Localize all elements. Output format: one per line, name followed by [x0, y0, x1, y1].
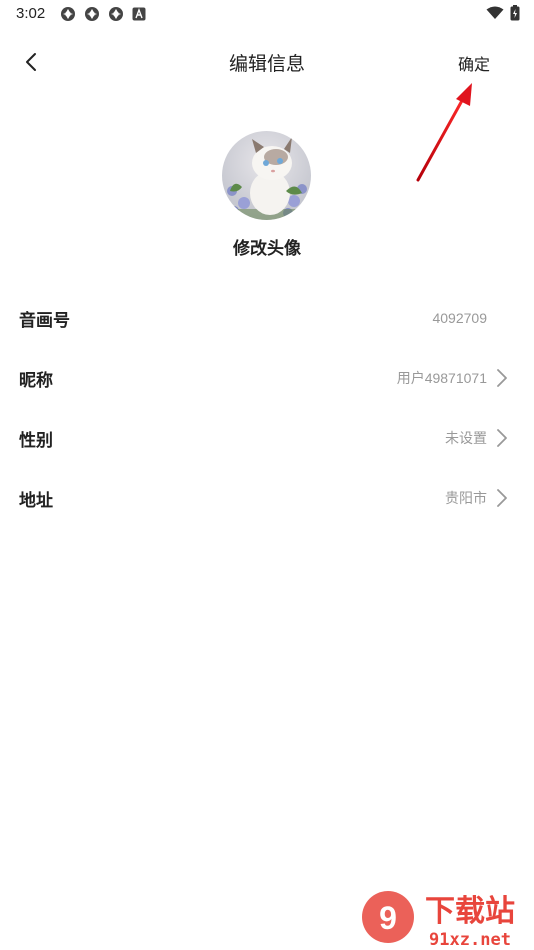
row-value: 贵阳市	[445, 490, 487, 506]
row-label: 地址	[19, 490, 53, 511]
svg-text:9: 9	[379, 900, 397, 936]
row-value: 用户49871071	[396, 370, 487, 386]
row-label: 昵称	[19, 370, 53, 391]
wifi-icon	[486, 6, 504, 19]
status-system-icons	[486, 5, 520, 21]
annotation-arrow-icon	[416, 83, 472, 182]
app-notification-icon	[109, 7, 123, 21]
chevron-right-icon	[497, 369, 507, 387]
row-value: 未设置	[445, 430, 487, 446]
chevron-right-icon	[497, 489, 507, 507]
status-notification-icons	[60, 6, 146, 22]
battery-icon	[510, 5, 520, 21]
watermark-domain: 91xz.net	[429, 930, 511, 950]
row-address[interactable]: 地址 贵阳市	[0, 468, 534, 528]
change-avatar-label[interactable]: 修改头像	[0, 234, 534, 259]
status-bar: 3:02	[0, 0, 534, 28]
status-time: 3:02	[16, 5, 46, 22]
watermark-main: 下载站	[425, 894, 515, 929]
row-nickname[interactable]: 昵称 用户49871071	[0, 348, 534, 408]
page-title: 编辑信息	[228, 53, 305, 75]
row-value: 4092709	[432, 310, 487, 326]
app-notification-icon	[61, 7, 75, 21]
row-label: 音画号	[19, 310, 70, 331]
info-list: 音画号 4092709 昵称 用户49871071 性别 未设置 地址 贵阳市	[0, 288, 534, 528]
row-label: 性别	[19, 430, 53, 451]
app-notification-icon	[85, 7, 99, 21]
confirm-button[interactable]: 确定	[458, 51, 490, 75]
row-yinhuahao: 音画号 4092709	[0, 288, 534, 348]
a-badge-icon	[132, 7, 146, 21]
avatar-photo	[222, 131, 311, 220]
avatar[interactable]	[222, 131, 311, 220]
row-gender[interactable]: 性别 未设置	[0, 408, 534, 468]
site-watermark-logo: 9 下载站 91xz.net	[362, 891, 515, 950]
chevron-right-icon	[497, 429, 507, 447]
